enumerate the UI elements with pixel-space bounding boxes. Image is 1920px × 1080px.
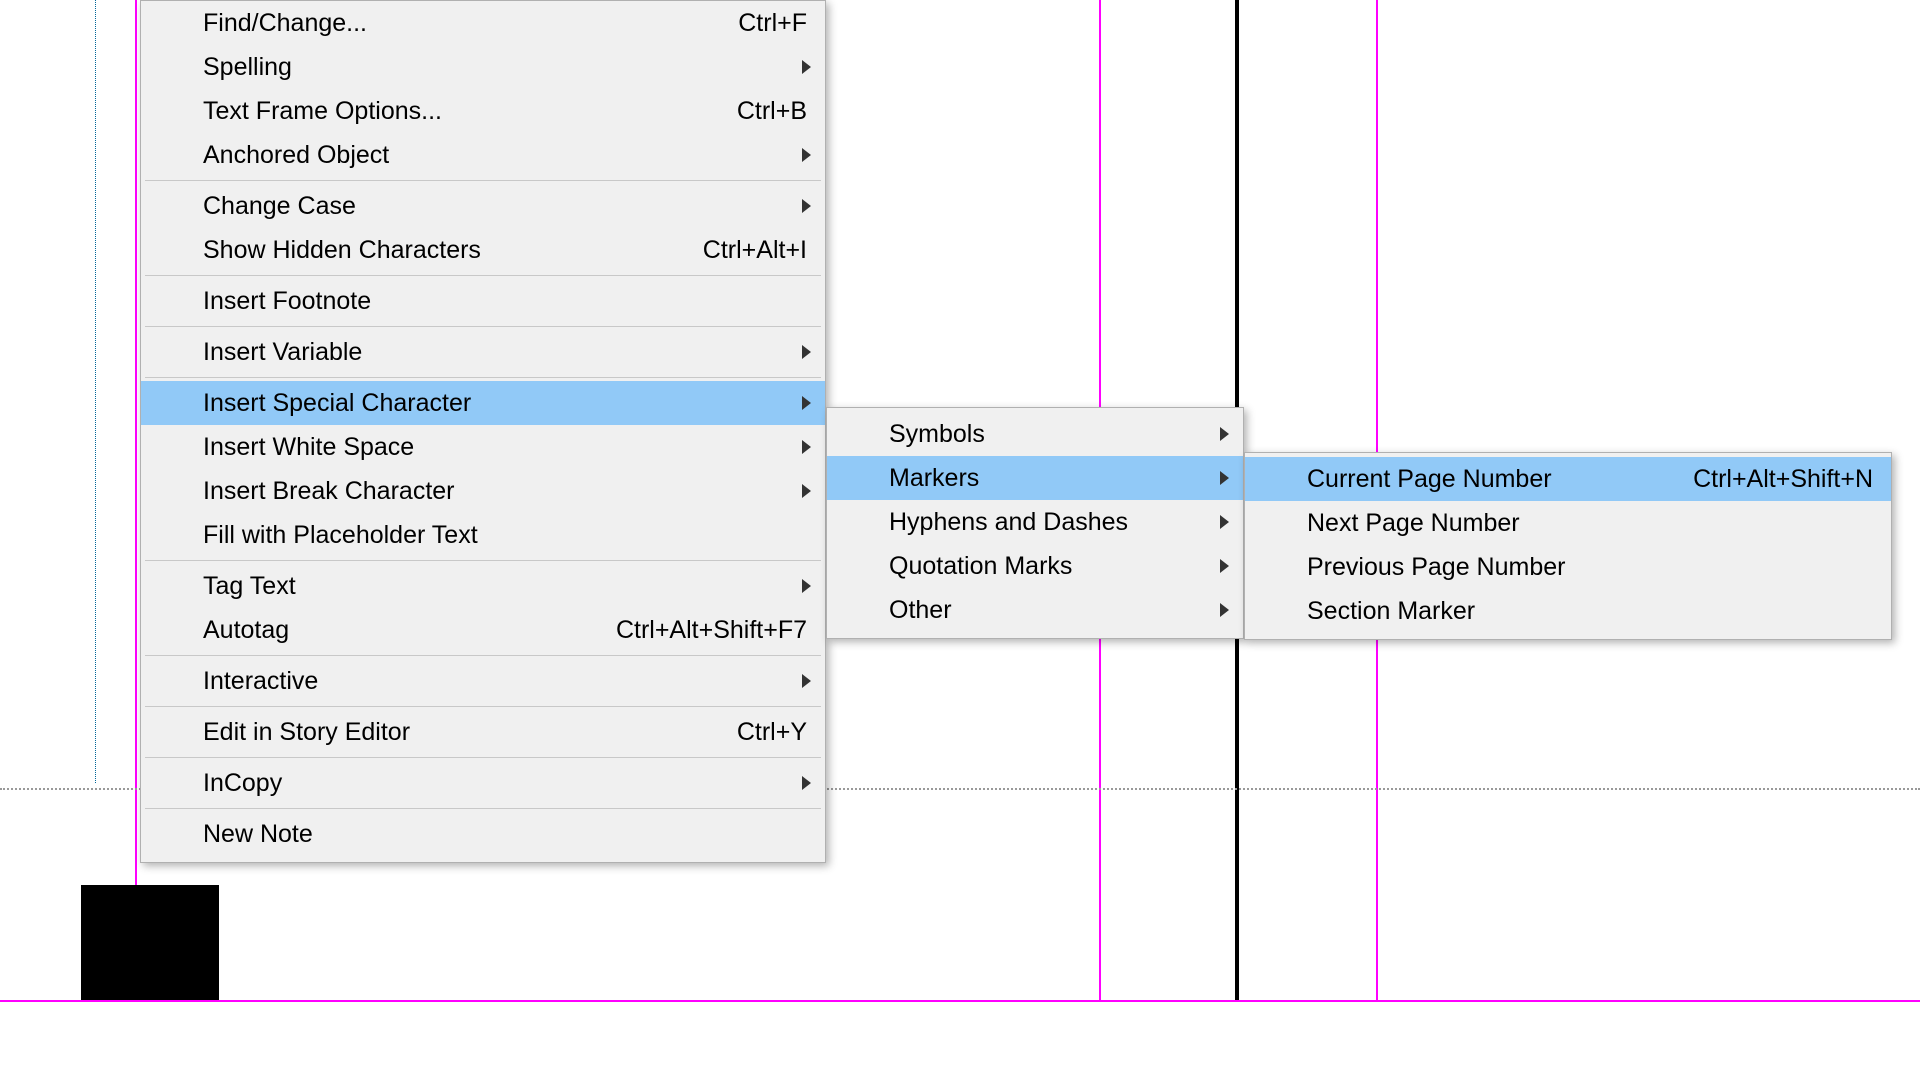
menu-item-change-case[interactable]: Change Case (141, 184, 825, 228)
menu-item-label: Interactive (203, 667, 781, 696)
menu-item-shortcut: Ctrl+Y (737, 718, 807, 747)
menu-item-label: Current Page Number (1307, 465, 1673, 494)
menu-item-label: Anchored Object (203, 141, 781, 170)
menu-item-label: Show Hidden Characters (203, 236, 683, 265)
menu-item-label: Quotation Marks (889, 552, 1199, 581)
menu-item-label: Fill with Placeholder Text (203, 521, 807, 550)
menu-item-find-change[interactable]: Find/Change... Ctrl+F (141, 1, 825, 45)
chevron-right-icon (1220, 559, 1229, 573)
menu-item-shortcut: Ctrl+Alt+I (703, 236, 807, 265)
chevron-right-icon (1220, 515, 1229, 529)
menu-item-label: Insert White Space (203, 433, 781, 462)
menu-item-label: Text Frame Options... (203, 97, 717, 126)
menu-item-label: Spelling (203, 53, 781, 82)
chevron-right-icon (802, 579, 811, 593)
menu-separator (145, 275, 821, 276)
menu-item-label: Section Marker (1307, 597, 1873, 626)
chevron-right-icon (802, 776, 811, 790)
menu-item-label: Insert Special Character (203, 389, 781, 418)
menu-item-shortcut: Ctrl+F (738, 9, 807, 38)
menu-item-label: Symbols (889, 420, 1199, 449)
menu-item-show-hidden-characters[interactable]: Show Hidden Characters Ctrl+Alt+I (141, 228, 825, 272)
menu-separator (145, 180, 821, 181)
chevron-right-icon (802, 345, 811, 359)
menu-item-interactive[interactable]: Interactive (141, 659, 825, 703)
menu-item-label: Previous Page Number (1307, 553, 1873, 582)
menu-item-label: Markers (889, 464, 1199, 493)
menu-item-spelling[interactable]: Spelling (141, 45, 825, 89)
chevron-right-icon (1220, 471, 1229, 485)
chevron-right-icon (802, 60, 811, 74)
chevron-right-icon (802, 148, 811, 162)
chevron-right-icon (802, 199, 811, 213)
chevron-right-icon (802, 484, 811, 498)
menu-item-section-marker[interactable]: Section Marker (1245, 589, 1891, 633)
menu-item-insert-variable[interactable]: Insert Variable (141, 330, 825, 374)
page-bottom-edge (0, 1000, 1920, 1002)
menu-item-label: Hyphens and Dashes (889, 508, 1199, 537)
menu-item-edit-in-story-editor[interactable]: Edit in Story Editor Ctrl+Y (141, 710, 825, 754)
chevron-right-icon (802, 396, 811, 410)
menu-item-label: New Note (203, 820, 807, 849)
menu-item-label: Next Page Number (1307, 509, 1873, 538)
menu-item-label: Autotag (203, 616, 596, 645)
menu-item-label: Find/Change... (203, 9, 718, 38)
menu-separator (145, 377, 821, 378)
chevron-right-icon (802, 674, 811, 688)
menu-item-markers[interactable]: Markers (827, 456, 1243, 500)
menu-separator (145, 326, 821, 327)
menu-item-label: Change Case (203, 192, 781, 221)
menu-item-anchored-object[interactable]: Anchored Object (141, 133, 825, 177)
menu-item-label: Tag Text (203, 572, 781, 601)
menu-item-incopy[interactable]: InCopy (141, 761, 825, 805)
menu-item-insert-white-space[interactable]: Insert White Space (141, 425, 825, 469)
menu-item-insert-footnote[interactable]: Insert Footnote (141, 279, 825, 323)
markers-submenu[interactable]: Current Page Number Ctrl+Alt+Shift+N Next … (1244, 452, 1892, 640)
menu-item-autotag[interactable]: Autotag Ctrl+Alt+Shift+F7 (141, 608, 825, 652)
menu-item-symbols[interactable]: Symbols (827, 412, 1243, 456)
menu-separator (145, 757, 821, 758)
chevron-right-icon (802, 440, 811, 454)
menu-item-label: Insert Break Character (203, 477, 781, 506)
chevron-right-icon (1220, 427, 1229, 441)
menu-separator (145, 655, 821, 656)
menu-item-quotation-marks[interactable]: Quotation Marks (827, 544, 1243, 588)
menu-item-fill-with-placeholder-text[interactable]: Fill with Placeholder Text (141, 513, 825, 557)
menu-item-tag-text[interactable]: Tag Text (141, 564, 825, 608)
menu-item-label: Insert Footnote (203, 287, 807, 316)
menu-item-new-note[interactable]: New Note (141, 812, 825, 856)
menu-item-shortcut: Ctrl+Alt+Shift+N (1693, 465, 1873, 494)
menu-separator (145, 560, 821, 561)
menu-item-hyphens-and-dashes[interactable]: Hyphens and Dashes (827, 500, 1243, 544)
menu-item-shortcut: Ctrl+Alt+Shift+F7 (616, 616, 807, 645)
type-menu[interactable]: Find/Change... Ctrl+F Spelling Text Frame O… (140, 0, 826, 863)
menu-item-label: Insert Variable (203, 338, 781, 367)
menu-item-label: Edit in Story Editor (203, 718, 717, 747)
page-number-frame[interactable] (81, 885, 219, 1000)
menu-item-label: InCopy (203, 769, 781, 798)
menu-separator (145, 706, 821, 707)
menu-item-current-page-number[interactable]: Current Page Number Ctrl+Alt+Shift+N (1245, 457, 1891, 501)
menu-item-other[interactable]: Other (827, 588, 1243, 632)
menu-item-previous-page-number[interactable]: Previous Page Number (1245, 545, 1891, 589)
menu-separator (145, 808, 821, 809)
menu-item-next-page-number[interactable]: Next Page Number (1245, 501, 1891, 545)
menu-item-insert-special-character[interactable]: Insert Special Character (141, 381, 825, 425)
menu-item-shortcut: Ctrl+B (737, 97, 807, 126)
menu-item-insert-break-character[interactable]: Insert Break Character (141, 469, 825, 513)
insert-special-character-submenu[interactable]: Symbols Markers Hyphens and Dashes Quotatio… (826, 407, 1244, 639)
menu-item-text-frame-options[interactable]: Text Frame Options... Ctrl+B (141, 89, 825, 133)
page-edge-guide (95, 0, 97, 783)
menu-item-label: Other (889, 596, 1199, 625)
chevron-right-icon (1220, 603, 1229, 617)
